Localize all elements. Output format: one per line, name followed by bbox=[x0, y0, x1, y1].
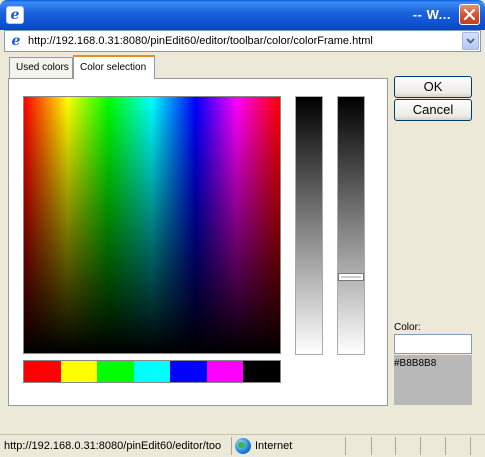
address-bar[interactable]: e http://192.168.0.31:8080/pinEdit60/edi… bbox=[4, 30, 481, 52]
color-swatch[interactable] bbox=[97, 361, 134, 382]
tab-used-colors[interactable]: Used colors bbox=[9, 57, 73, 78]
title-bar: e -- W... bbox=[0, 0, 485, 30]
color-swatch[interactable] bbox=[206, 361, 244, 382]
tab-label: Color selection bbox=[80, 62, 147, 73]
close-icon bbox=[463, 8, 476, 21]
color-swatch[interactable] bbox=[170, 361, 207, 382]
status-divider bbox=[470, 437, 471, 455]
window-title: -- W... bbox=[412, 7, 451, 22]
address-url: http://192.168.0.31:8080/pinEdit60/edito… bbox=[28, 35, 373, 47]
brightness-slider[interactable] bbox=[337, 96, 365, 355]
page-icon: e bbox=[11, 33, 21, 49]
basic-color-swatches bbox=[23, 360, 281, 383]
brightness-slider-handle[interactable] bbox=[338, 273, 364, 281]
status-divider bbox=[420, 437, 421, 455]
tab-label: Used colors bbox=[16, 62, 69, 73]
tab-color-selection[interactable]: Color selection bbox=[73, 55, 155, 79]
status-bar: http://192.168.0.31:8080/pinEdit60/edito… bbox=[0, 434, 485, 457]
color-swatch[interactable] bbox=[133, 361, 171, 382]
status-divider bbox=[371, 437, 372, 455]
globe-icon bbox=[235, 438, 251, 454]
chevron-down-icon bbox=[466, 38, 475, 44]
status-divider bbox=[231, 437, 232, 455]
cancel-button[interactable]: Cancel bbox=[394, 99, 472, 121]
ok-button[interactable]: OK bbox=[394, 76, 472, 98]
status-zone: Internet bbox=[255, 440, 293, 452]
ie-icon: e bbox=[6, 6, 24, 24]
color-spectrum-picker[interactable] bbox=[23, 96, 281, 354]
color-label: Color: bbox=[394, 322, 421, 333]
status-divider bbox=[345, 437, 346, 455]
close-button[interactable] bbox=[459, 4, 480, 25]
color-swatch[interactable] bbox=[24, 361, 61, 382]
color-input[interactable] bbox=[394, 334, 472, 354]
color-swatch[interactable] bbox=[243, 361, 281, 382]
color-hex-value: #B8B8B8 bbox=[394, 358, 437, 369]
status-url: http://192.168.0.31:8080/pinEdit60/edito… bbox=[4, 440, 222, 452]
status-divider bbox=[445, 437, 446, 455]
status-divider bbox=[395, 437, 396, 455]
color-swatch[interactable] bbox=[60, 361, 98, 382]
grayscale-bar[interactable] bbox=[295, 96, 323, 355]
address-dropdown-button[interactable] bbox=[462, 32, 479, 50]
